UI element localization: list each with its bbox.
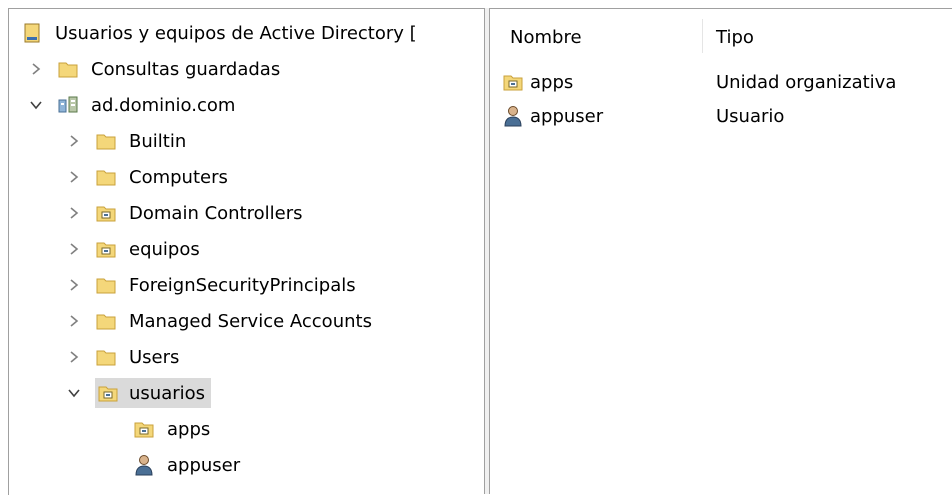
ou-icon bbox=[95, 238, 117, 260]
tree-selection-highlight[interactable]: usuarios bbox=[95, 378, 212, 408]
user-icon bbox=[502, 105, 524, 127]
ou-icon bbox=[95, 202, 117, 224]
tree-item-users[interactable]: Users bbox=[67, 339, 179, 375]
tree-item-apps[interactable]: apps bbox=[133, 411, 210, 447]
tree-item-computers[interactable]: Computers bbox=[67, 159, 228, 195]
folder-icon bbox=[95, 130, 117, 152]
chevron-right-icon[interactable] bbox=[67, 278, 81, 292]
column-header-name[interactable]: Nombre bbox=[510, 17, 582, 57]
tree-item-label: appuser bbox=[167, 454, 241, 476]
tree-item-label: Users bbox=[129, 346, 180, 368]
tree-item-label: Computers bbox=[129, 166, 228, 188]
tree-item-builtin[interactable]: Builtin bbox=[67, 123, 186, 159]
folder-icon bbox=[95, 166, 117, 188]
tree-item-usuarios[interactable]: usuarios bbox=[67, 375, 212, 411]
folder-icon bbox=[95, 274, 117, 296]
user-icon bbox=[133, 454, 155, 476]
chevron-down-icon[interactable] bbox=[29, 98, 43, 112]
folder-icon bbox=[57, 58, 79, 80]
column-header-type[interactable]: Tipo bbox=[716, 17, 754, 57]
ad-console-icon bbox=[21, 22, 43, 44]
ou-icon bbox=[502, 71, 524, 93]
chevron-right-icon[interactable] bbox=[67, 134, 81, 148]
list-item-apps[interactable]: apps bbox=[502, 65, 573, 99]
tree-root-label: Usuarios y equipos de Active Directory [ bbox=[55, 22, 417, 44]
chevron-right-icon[interactable] bbox=[67, 206, 81, 220]
tree-item-saved-queries[interactable]: Consultas guardadas bbox=[29, 51, 280, 87]
chevron-right-icon[interactable] bbox=[67, 350, 81, 364]
ad-users-computers-window: Usuarios y equipos de Active Directory [… bbox=[0, 0, 952, 495]
tree-item-label: Managed Service Accounts bbox=[129, 310, 372, 332]
tree-item-label: equipos bbox=[129, 238, 200, 260]
tree-root[interactable]: Usuarios y equipos de Active Directory [ bbox=[21, 15, 417, 51]
tree-item-managed-service-accounts[interactable]: Managed Service Accounts bbox=[67, 303, 372, 339]
tree-item-label: Domain Controllers bbox=[129, 202, 303, 224]
folder-icon bbox=[95, 346, 117, 368]
tree-item-appuser[interactable]: appuser bbox=[133, 447, 240, 483]
tree-pane[interactable]: Usuarios y equipos de Active Directory [… bbox=[8, 8, 485, 495]
list-item-type: Unidad organizativa bbox=[716, 65, 896, 99]
tree-item-label: ad.dominio.com bbox=[91, 94, 236, 116]
tree-item-label: Consultas guardadas bbox=[91, 58, 281, 80]
tree-item-label: ForeignSecurityPrincipals bbox=[129, 274, 356, 296]
chevron-right-icon[interactable] bbox=[67, 170, 81, 184]
tree-item-label: usuarios bbox=[129, 382, 206, 404]
ou-icon bbox=[97, 382, 119, 404]
chevron-down-icon[interactable] bbox=[67, 386, 81, 400]
list-item-type-label: Unidad organizativa bbox=[716, 71, 897, 93]
tree-item-domain[interactable]: ad.dominio.com bbox=[29, 87, 235, 123]
domain-icon bbox=[57, 94, 79, 116]
chevron-right-icon[interactable] bbox=[67, 242, 81, 256]
ou-icon bbox=[133, 418, 155, 440]
list-item-name: appuser bbox=[530, 105, 604, 127]
column-header-label: Nombre bbox=[510, 26, 582, 48]
tree-item-foreign-security-principals[interactable]: ForeignSecurityPrincipals bbox=[67, 267, 356, 303]
list-item-type: Usuario bbox=[716, 99, 784, 133]
column-header-label: Tipo bbox=[716, 26, 754, 48]
list-item-name: apps bbox=[530, 71, 574, 93]
tree-item-label: Builtin bbox=[129, 130, 187, 152]
chevron-right-icon[interactable] bbox=[29, 62, 43, 76]
list-item-appuser[interactable]: appuser bbox=[502, 99, 603, 133]
tree-item-domain-controllers[interactable]: Domain Controllers bbox=[67, 195, 303, 231]
tree-item-equipos[interactable]: equipos bbox=[67, 231, 200, 267]
column-separator[interactable] bbox=[702, 19, 703, 53]
tree-item-label: apps bbox=[167, 418, 211, 440]
folder-icon bbox=[95, 310, 117, 332]
list-item-type-label: Usuario bbox=[716, 105, 785, 127]
details-pane[interactable]: Nombre Tipo apps Unidad organizativa app… bbox=[490, 8, 952, 495]
chevron-right-icon[interactable] bbox=[67, 314, 81, 328]
